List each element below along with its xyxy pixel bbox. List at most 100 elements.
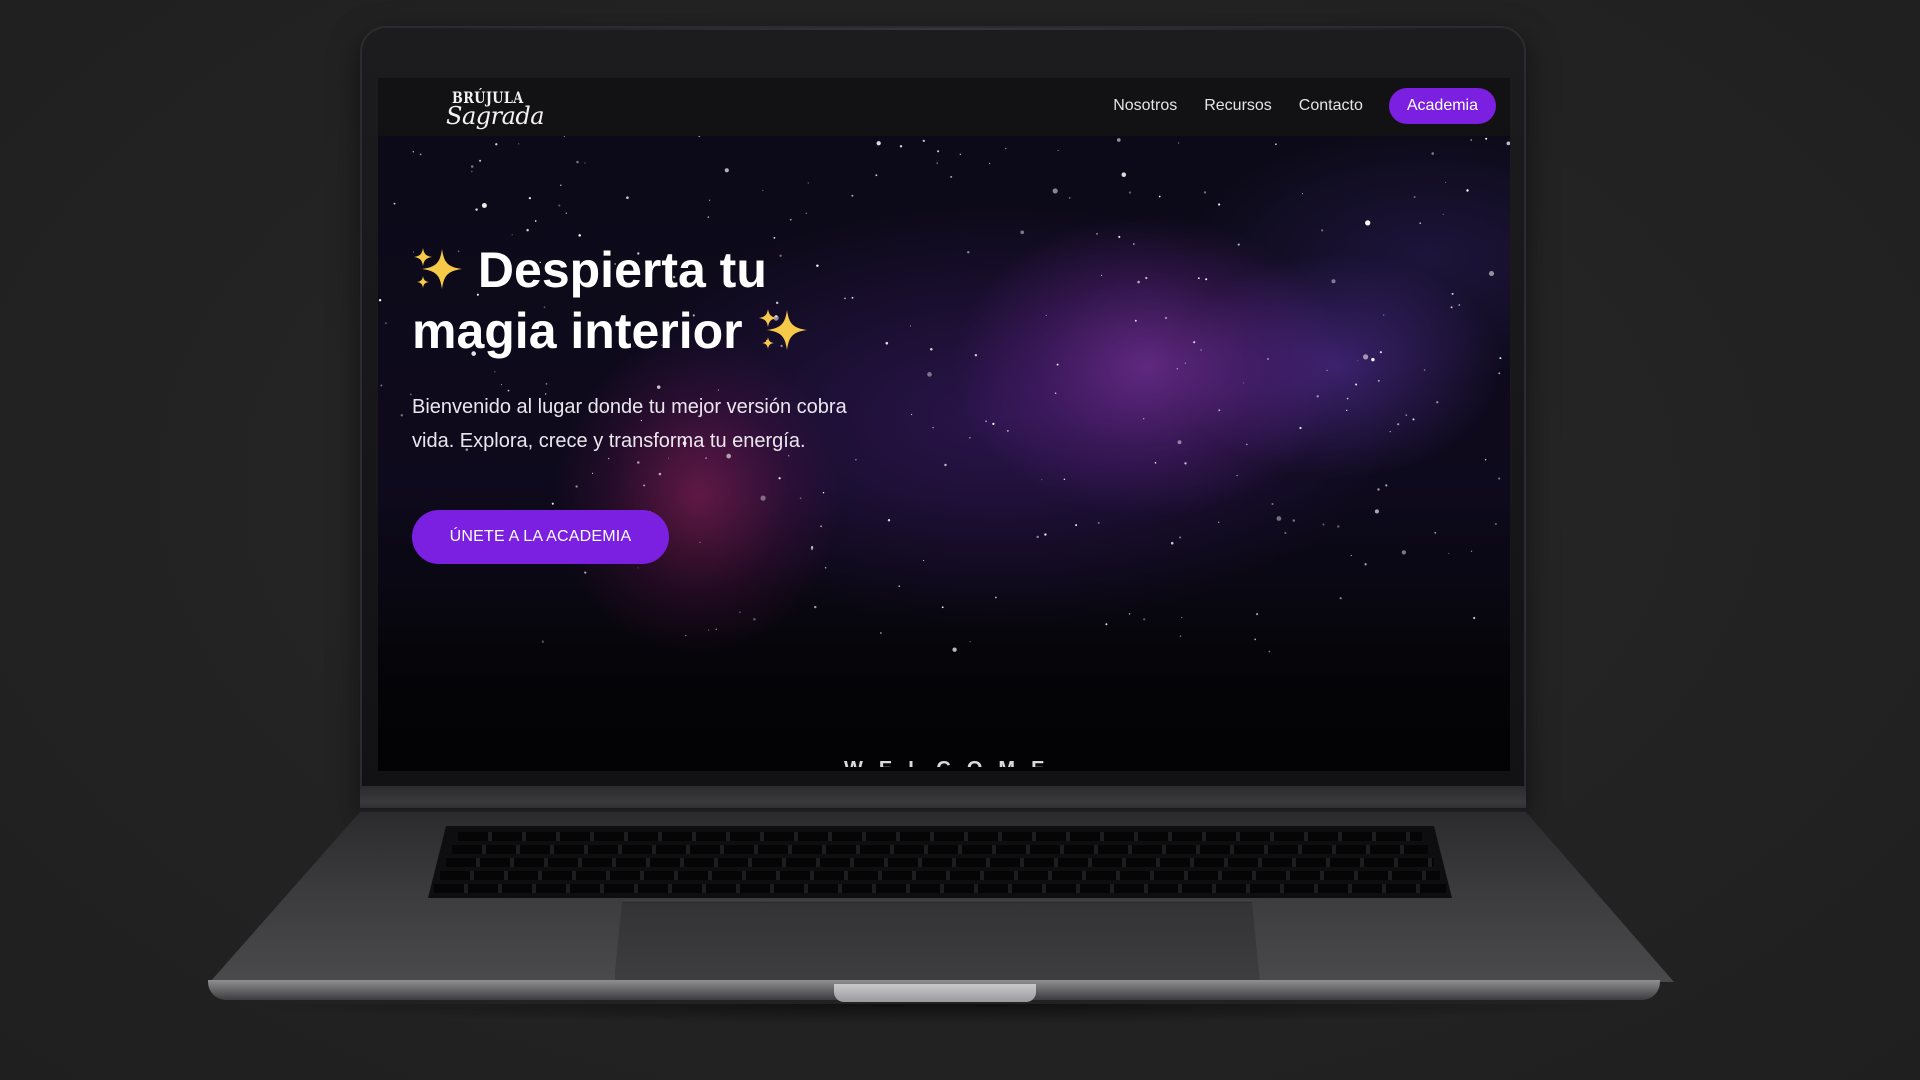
star bbox=[760, 495, 766, 501]
star bbox=[1184, 362, 1186, 364]
star bbox=[1377, 379, 1380, 382]
star bbox=[1137, 280, 1140, 284]
star bbox=[380, 384, 383, 387]
star bbox=[1494, 522, 1497, 526]
star bbox=[1470, 550, 1473, 552]
star bbox=[1450, 306, 1453, 309]
star bbox=[810, 547, 814, 551]
star bbox=[762, 189, 764, 192]
star bbox=[950, 175, 953, 178]
star bbox=[1052, 188, 1058, 194]
star bbox=[545, 382, 548, 385]
star bbox=[1128, 613, 1131, 615]
star bbox=[822, 491, 825, 494]
star bbox=[1101, 274, 1103, 276]
star bbox=[385, 322, 387, 324]
logo-line2: Sagrada bbox=[446, 102, 545, 130]
star bbox=[1128, 191, 1132, 194]
star bbox=[1445, 181, 1447, 184]
star bbox=[1412, 418, 1415, 421]
star bbox=[1337, 525, 1340, 528]
star bbox=[967, 251, 970, 254]
star bbox=[1316, 395, 1319, 398]
star bbox=[851, 194, 854, 197]
star bbox=[1243, 382, 1245, 384]
star bbox=[1056, 363, 1059, 366]
star bbox=[471, 170, 473, 173]
star bbox=[985, 420, 987, 423]
star bbox=[495, 143, 498, 146]
star bbox=[1470, 139, 1473, 141]
star bbox=[1203, 191, 1207, 194]
brujula-sagrada-logo[interactable]: BRÚJULA Sagrada bbox=[442, 84, 552, 130]
nav-link-recursos[interactable]: Recursos bbox=[1204, 97, 1272, 115]
hero-title-line2: magia interior bbox=[412, 303, 743, 359]
star bbox=[937, 150, 940, 153]
star bbox=[1331, 279, 1336, 284]
join-academy-button[interactable]: ÚNETE A LA ACADEMIA bbox=[412, 510, 669, 564]
keyboard-row bbox=[440, 871, 1440, 880]
star bbox=[773, 236, 776, 239]
star bbox=[855, 458, 857, 461]
star bbox=[1485, 137, 1488, 140]
nav-academia-button[interactable]: Academia bbox=[1388, 88, 1496, 124]
star bbox=[1350, 554, 1352, 557]
page-background: Despierta tu magia interior Bienvenido a… bbox=[0, 0, 1920, 1080]
star bbox=[799, 497, 802, 499]
nav-link-nosotros[interactable]: Nosotros bbox=[1113, 97, 1177, 115]
laptop-lid-notch bbox=[834, 984, 1036, 1002]
hero-title: Despierta tu magia interior bbox=[412, 240, 932, 362]
star bbox=[1255, 612, 1259, 616]
star bbox=[1007, 430, 1009, 432]
star bbox=[1346, 409, 1348, 412]
star bbox=[1377, 488, 1380, 491]
star bbox=[1143, 418, 1145, 420]
star bbox=[1413, 195, 1416, 199]
star bbox=[887, 518, 891, 522]
welcome-heading-text: WELCOME bbox=[844, 759, 1060, 767]
star bbox=[1321, 229, 1324, 232]
star bbox=[500, 384, 502, 386]
star bbox=[974, 353, 978, 357]
laptop-trackpad bbox=[614, 902, 1260, 982]
star bbox=[1346, 397, 1349, 400]
star bbox=[1301, 193, 1303, 195]
star bbox=[1164, 316, 1168, 320]
star bbox=[927, 372, 932, 377]
star bbox=[526, 228, 529, 232]
nav-links: Nosotros Recursos Contacto Academia bbox=[1113, 88, 1496, 124]
sparkles-icon bbox=[414, 248, 462, 289]
star bbox=[643, 484, 646, 487]
hero-title-line1: Despierta tu bbox=[477, 242, 767, 298]
star bbox=[1178, 142, 1180, 144]
star bbox=[739, 611, 741, 613]
star bbox=[923, 560, 925, 562]
star bbox=[1371, 357, 1375, 362]
star bbox=[1385, 484, 1388, 487]
star bbox=[699, 541, 701, 543]
star bbox=[400, 414, 403, 417]
star bbox=[1271, 503, 1274, 505]
star bbox=[1236, 474, 1238, 477]
star bbox=[1466, 189, 1469, 192]
star bbox=[1075, 524, 1078, 527]
nav-link-contacto[interactable]: Contacto bbox=[1299, 97, 1363, 115]
star bbox=[511, 234, 513, 236]
star bbox=[1442, 213, 1444, 216]
star bbox=[528, 196, 532, 200]
star bbox=[1436, 401, 1439, 404]
star bbox=[1218, 521, 1220, 523]
star bbox=[1218, 409, 1221, 412]
star bbox=[1284, 531, 1287, 535]
star bbox=[1506, 141, 1510, 146]
star bbox=[1036, 535, 1039, 539]
star bbox=[820, 525, 822, 528]
keyboard-row bbox=[452, 845, 1428, 854]
star bbox=[989, 162, 991, 165]
star bbox=[724, 168, 729, 173]
star bbox=[656, 385, 661, 389]
star bbox=[1057, 149, 1059, 152]
star bbox=[576, 160, 579, 164]
keyboard-row bbox=[458, 832, 1422, 841]
star bbox=[1401, 550, 1407, 555]
